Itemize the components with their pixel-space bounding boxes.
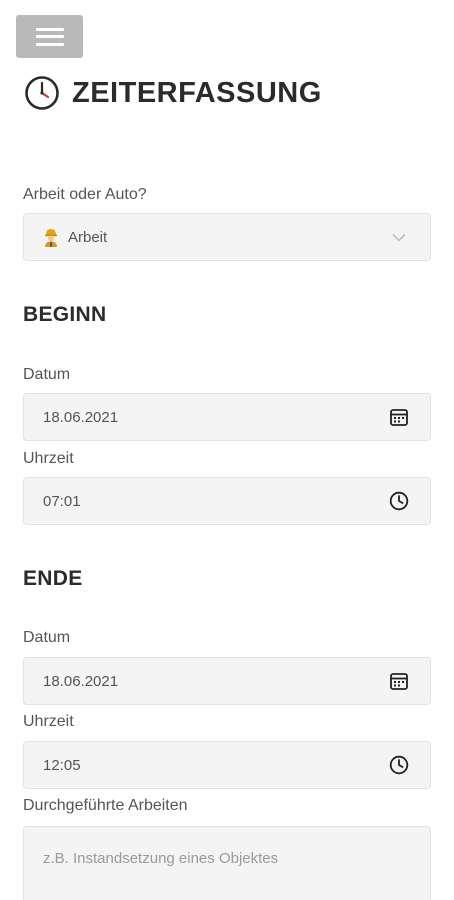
ende-time-field[interactable]: 12:05 bbox=[23, 741, 431, 789]
ende-date-field[interactable]: 18.06.2021 bbox=[23, 657, 431, 705]
clock-icon[interactable] bbox=[388, 754, 410, 776]
calendar-icon[interactable] bbox=[388, 406, 410, 428]
hamburger-menu-icon bbox=[35, 27, 64, 46]
ende-heading: ENDE bbox=[23, 567, 83, 590]
beginn-time-label: Uhrzeit bbox=[23, 450, 74, 467]
beginn-date-label: Datum bbox=[23, 366, 71, 383]
page-title-text: ZEITERFASSUNG bbox=[72, 76, 322, 109]
clock-icon bbox=[25, 76, 59, 110]
time-tracking-page: ZEITERFASSUNG Arbeit oder Auto? Arbeit B… bbox=[0, 0, 454, 900]
beginn-time-field[interactable]: 07:01 bbox=[23, 477, 431, 525]
type-select-value: Arbeit bbox=[68, 228, 108, 246]
clock-icon[interactable] bbox=[388, 490, 410, 512]
calendar-icon[interactable] bbox=[388, 670, 410, 692]
chevron-down-icon bbox=[388, 226, 410, 248]
page-title: ZEITERFASSUNG bbox=[24, 73, 322, 113]
arbeiten-textarea[interactable]: z.B. Instandsetzung eines Objektes bbox=[23, 826, 431, 900]
ende-time-label: Uhrzeit bbox=[23, 713, 74, 730]
menu-button[interactable] bbox=[16, 15, 83, 58]
ende-date-value: 18.06.2021 bbox=[43, 672, 119, 690]
beginn-date-field[interactable]: 18.06.2021 bbox=[23, 393, 431, 441]
type-select[interactable]: Arbeit bbox=[23, 213, 431, 261]
ende-date-label: Datum bbox=[23, 629, 71, 646]
worker-icon bbox=[45, 229, 57, 247]
ende-time-value: 12:05 bbox=[43, 756, 81, 774]
beginn-heading: BEGINN bbox=[23, 303, 107, 326]
beginn-date-value: 18.06.2021 bbox=[43, 408, 119, 426]
type-select-label: Arbeit oder Auto? bbox=[23, 186, 147, 203]
beginn-time-value: 07:01 bbox=[43, 492, 81, 510]
arbeiten-label: Durchgeführte Arbeiten bbox=[23, 797, 188, 814]
